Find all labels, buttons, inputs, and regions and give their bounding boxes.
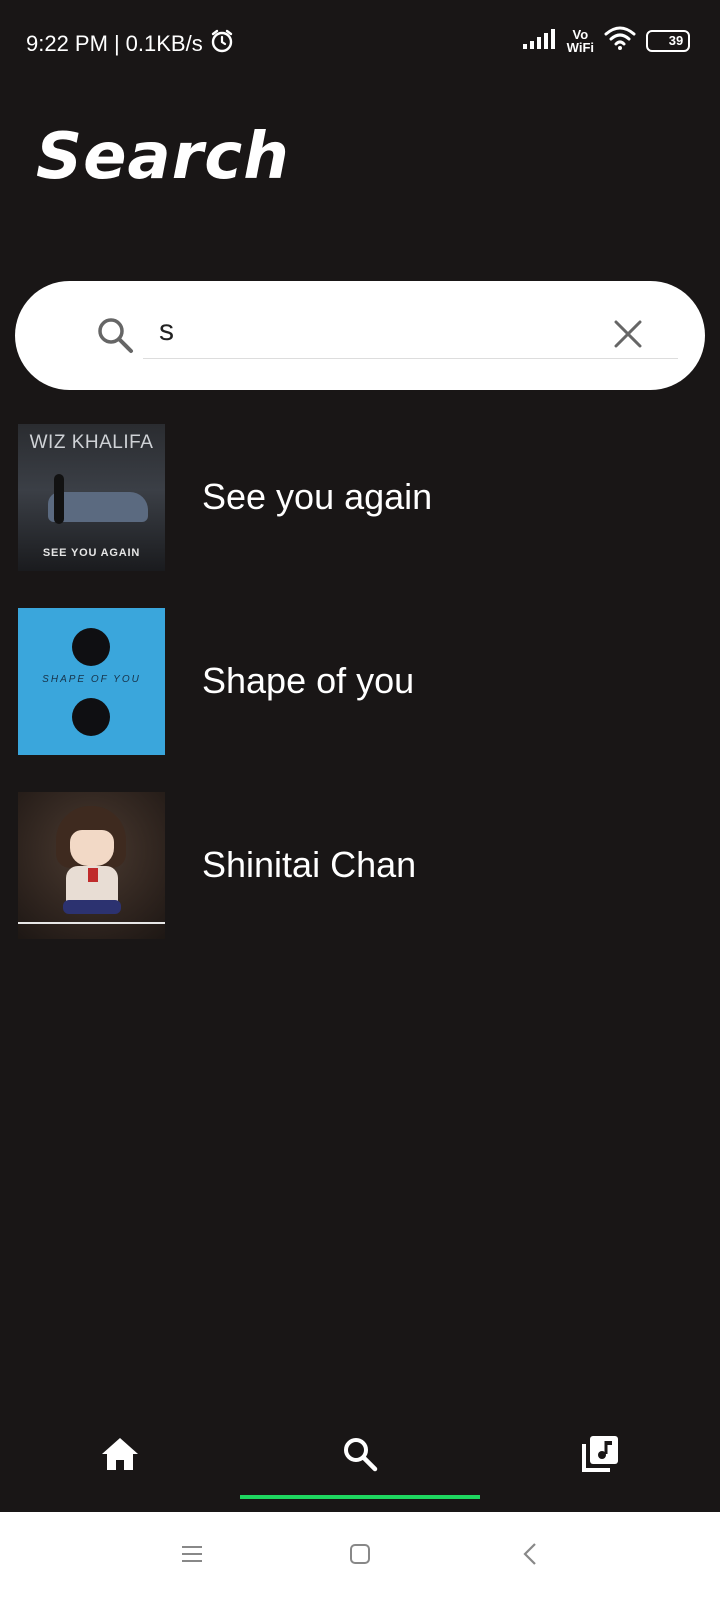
search-bar bbox=[15, 281, 705, 390]
search-result-item[interactable]: Shinitai Chan bbox=[18, 791, 708, 939]
bottom-navigation bbox=[0, 1408, 720, 1512]
result-title: Shape of you bbox=[202, 660, 415, 701]
chevron-left-icon bbox=[522, 1542, 538, 1571]
search-icon bbox=[95, 315, 135, 355]
wifi-icon bbox=[604, 26, 636, 55]
system-navigation-bar bbox=[0, 1512, 720, 1600]
status-network-speed: 0.1KB/s bbox=[125, 31, 203, 56]
album-art-dot bbox=[72, 627, 110, 666]
search-input[interactable] bbox=[143, 303, 678, 359]
vowifi-top: Vo bbox=[572, 26, 589, 42]
search-screen: 9:22 PM | 0.1KB/s Vo WiFi 39 Search s WI… bbox=[0, 0, 720, 1600]
home-icon bbox=[100, 1436, 140, 1477]
album-art-see-you-again: WIZ KHALIFA SEE YOU AGAIN bbox=[18, 423, 165, 571]
nav-library[interactable] bbox=[480, 1408, 720, 1504]
search-result-item[interactable]: SHAPE OF YOU Shape of you bbox=[18, 607, 708, 755]
album-art-shinitai-chan bbox=[18, 791, 165, 939]
status-time: 9:22 PM bbox=[26, 31, 108, 56]
nav-active-indicator bbox=[240, 1495, 480, 1499]
album-art-dot bbox=[72, 697, 110, 736]
square-home-icon bbox=[349, 1543, 371, 1570]
status-left: 9:22 PM | 0.1KB/s bbox=[26, 28, 235, 60]
vowifi-bottom: WiFi bbox=[566, 39, 594, 55]
search-result-item[interactable]: WIZ KHALIFA SEE YOU AGAIN See you again bbox=[18, 423, 708, 571]
home-button[interactable] bbox=[338, 1534, 382, 1578]
clear-search-icon[interactable] bbox=[611, 317, 645, 351]
search-icon bbox=[342, 1436, 378, 1477]
signal-icon bbox=[522, 27, 557, 54]
status-bar: 9:22 PM | 0.1KB/s Vo WiFi 39 bbox=[0, 0, 720, 86]
recent-apps-button[interactable] bbox=[170, 1534, 214, 1578]
vowifi-indicator: Vo WiFi bbox=[567, 28, 594, 54]
album-art-shape-of-you: SHAPE OF YOU bbox=[18, 607, 165, 755]
status-right: Vo WiFi 39 bbox=[522, 26, 690, 55]
status-separator: | bbox=[113, 31, 120, 56]
album-art-caption: SHAPE OF YOU bbox=[42, 673, 141, 685]
album-art-artist: WIZ KHALIFA bbox=[29, 431, 154, 453]
album-art-ground bbox=[18, 921, 165, 924]
back-button[interactable] bbox=[508, 1534, 552, 1578]
album-art-face bbox=[70, 829, 114, 866]
battery-indicator: 39 bbox=[646, 29, 690, 52]
library-music-icon bbox=[580, 1434, 620, 1479]
alarm-icon bbox=[209, 28, 235, 60]
result-title: Shinitai Chan bbox=[202, 844, 417, 885]
menu-icon bbox=[181, 1545, 203, 1568]
page-title: Search bbox=[36, 120, 290, 194]
battery-level: 39 bbox=[668, 33, 684, 48]
nav-home[interactable] bbox=[0, 1408, 240, 1504]
album-art-person bbox=[54, 473, 64, 524]
result-title: See you again bbox=[202, 476, 433, 517]
nav-search[interactable] bbox=[240, 1408, 480, 1504]
album-art-skirt bbox=[63, 899, 121, 914]
album-art-tie bbox=[88, 867, 98, 882]
album-art-subtitle: SEE YOU AGAIN bbox=[42, 546, 141, 559]
